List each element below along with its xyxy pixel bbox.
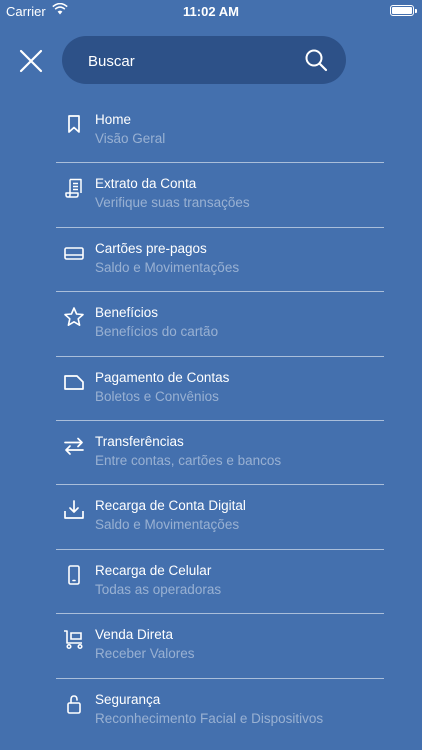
menu-item-subtitle: Todas as operadoras <box>95 581 222 597</box>
menu-item-recarga-celular[interactable]: Recarga de Celular Todas as operadoras <box>56 550 384 615</box>
cart-icon <box>63 628 85 650</box>
menu-item-subtitle: Saldo e Movimentações <box>95 259 240 275</box>
battery-icon <box>390 5 417 16</box>
search-bar <box>62 36 346 86</box>
transfer-icon <box>63 435 85 457</box>
menu-item-venda-direta[interactable]: Venda Direta Receber Valores <box>56 614 384 679</box>
menu-item-title: Segurança <box>95 691 161 707</box>
star-icon <box>63 306 85 328</box>
card-icon <box>63 242 85 264</box>
menu-item-recarga-conta[interactable]: Recarga de Conta Digital Saldo e Movimen… <box>56 485 384 550</box>
menu-item-subtitle: Verifique suas transações <box>95 195 250 211</box>
menu-item-title: Transferências <box>95 433 184 449</box>
menu-item-beneficios[interactable]: Benefícios Benefícios do cartão <box>56 292 384 357</box>
document-icon <box>63 371 85 393</box>
search-button[interactable] <box>304 48 328 72</box>
side-menu: Home Visão Geral Extrato da Conta Verifi… <box>56 99 384 743</box>
menu-item-transferencias[interactable]: Transferências Entre contas, cartões e b… <box>56 421 384 486</box>
menu-item-title: Extrato da Conta <box>95 176 197 192</box>
phone-icon <box>63 564 85 586</box>
menu-item-title: Recarga de Celular <box>95 562 212 578</box>
menu-item-subtitle: Entre contas, cartões e bancos <box>95 452 282 468</box>
download-icon <box>63 499 85 521</box>
menu-item-subtitle: Reconhecimento Facial e Dispositivos <box>95 710 324 726</box>
menu-item-title: Benefícios <box>95 305 159 321</box>
menu-item-subtitle: Boletos e Convênios <box>95 388 219 404</box>
search-input[interactable] <box>86 36 290 86</box>
menu-item-title: Home <box>95 112 132 127</box>
receipt-icon <box>63 177 85 199</box>
menu-item-home[interactable]: Home Visão Geral <box>56 99 384 164</box>
menu-item-subtitle: Benefícios do cartão <box>95 324 219 340</box>
lock-icon <box>63 693 85 715</box>
menu-item-pagamento[interactable]: Pagamento de Contas Boletos e Convênios <box>56 357 384 421</box>
menu-item-subtitle: Saldo e Movimentações <box>95 517 240 533</box>
menu-item-title: Venda Direta <box>95 627 174 643</box>
close-icon <box>19 49 43 73</box>
menu-item-title: Cartões pre-pagos <box>95 240 207 256</box>
clock: 11:02 AM <box>183 4 239 19</box>
search-icon <box>305 49 328 72</box>
menu-item-subtitle: Visão Geral <box>95 131 166 146</box>
menu-item-seguranca[interactable]: Segurança Reconhecimento Facial e Dispos… <box>56 679 384 743</box>
menu-item-subtitle: Receber Valores <box>95 646 195 662</box>
menu-item-title: Recarga de Conta Digital <box>95 498 246 514</box>
menu-item-cartoes[interactable]: Cartões pre-pagos Saldo e Movimentações <box>56 228 384 293</box>
bookmark-icon <box>63 113 85 135</box>
menu-item-title: Pagamento de Contas <box>95 369 230 385</box>
status-bar: Carrier 11:02 AM <box>0 0 422 22</box>
menu-item-extrato[interactable]: Extrato da Conta Verifique suas transaçõ… <box>56 163 384 228</box>
close-button[interactable] <box>18 48 44 74</box>
